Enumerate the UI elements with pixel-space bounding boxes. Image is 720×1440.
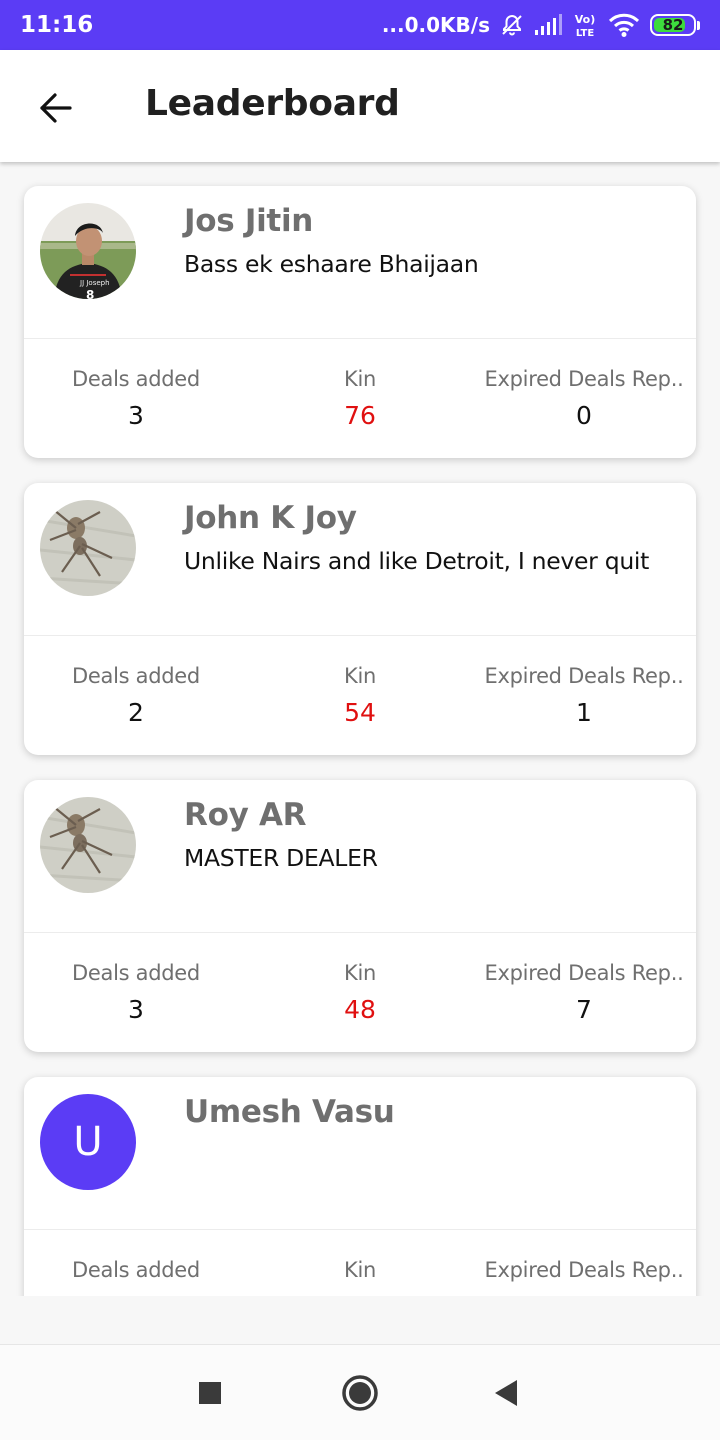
stat-deals-added: Deals added 3 xyxy=(24,339,248,458)
user-tagline: Bass ek eshaare Bhaijaan xyxy=(184,250,479,278)
stat-label: Deals added xyxy=(72,1258,200,1282)
card-header: U Umesh Vasu xyxy=(24,1077,696,1230)
stat-kin: Kin xyxy=(248,1230,472,1296)
user-name: John K Joy xyxy=(184,500,357,536)
card-header: Roy AR MASTER DEALER xyxy=(24,780,696,933)
status-time: 11:16 xyxy=(20,12,94,38)
stat-expired-deals: Expired Deals Rep.. 7 xyxy=(472,933,696,1052)
stat-value: 48 xyxy=(344,995,376,1024)
leaderboard-card[interactable]: U Umesh Vasu Deals added Kin Expired Dea… xyxy=(24,1077,696,1296)
back-button[interactable] xyxy=(28,80,84,136)
stats-row: Deals added 3 Kin 76 Expired Deals Rep..… xyxy=(24,339,696,458)
svg-text:8: 8 xyxy=(86,288,94,299)
user-name: Jos Jitin xyxy=(184,203,314,239)
wifi-icon xyxy=(608,12,640,38)
network-speed: ...0.0KB/s xyxy=(381,13,490,37)
leaderboard-card[interactable]: John K Joy Unlike Nairs and like Detroit… xyxy=(24,483,696,755)
home-button[interactable] xyxy=(336,1369,384,1417)
card-header: John K Joy Unlike Nairs and like Detroit… xyxy=(24,483,696,636)
stat-label: Expired Deals Rep.. xyxy=(484,961,684,985)
nav-back-button[interactable] xyxy=(482,1369,530,1417)
avatar[interactable]: U xyxy=(40,1094,136,1190)
status-bar: 11:16 ...0.0KB/s Vo) LTE 82 xyxy=(0,0,720,50)
recents-square-icon xyxy=(199,1382,221,1404)
user-tagline: Unlike Nairs and like Detroit, I never q… xyxy=(184,547,650,575)
stat-value: 3 xyxy=(128,401,144,430)
stats-row: Deals added 3 Kin 48 Expired Deals Rep..… xyxy=(24,933,696,1052)
battery-percent: 82 xyxy=(662,16,684,34)
dnd-off-icon xyxy=(500,13,524,37)
user-name: Umesh Vasu xyxy=(184,1094,395,1130)
svg-text:LTE: LTE xyxy=(576,28,595,39)
svg-text:JJ Joseph: JJ Joseph xyxy=(79,279,110,287)
stat-label: Kin xyxy=(343,961,376,985)
stat-label: Kin xyxy=(343,664,376,688)
home-circle-icon xyxy=(342,1375,378,1411)
stat-label: Expired Deals Rep.. xyxy=(484,664,684,688)
user-name: Roy AR xyxy=(184,797,307,833)
avatar[interactable] xyxy=(40,797,136,893)
svg-text:Vo): Vo) xyxy=(575,13,596,26)
battery-frame: 82 xyxy=(650,14,696,36)
stat-value: 2 xyxy=(128,698,144,727)
stat-deals-added: Deals added 3 xyxy=(24,933,248,1052)
stat-expired-deals: Expired Deals Rep.. 1 xyxy=(472,636,696,755)
stats-row: Deals added 2 Kin 54 Expired Deals Rep..… xyxy=(24,636,696,755)
stat-expired-deals: Expired Deals Rep.. xyxy=(472,1230,696,1296)
stat-value: 76 xyxy=(344,401,376,430)
stat-value: 3 xyxy=(128,995,144,1024)
stat-label: Kin xyxy=(343,367,376,391)
battery-tip xyxy=(697,20,700,30)
stat-label: Deals added xyxy=(72,664,200,688)
arrow-left-icon xyxy=(40,93,72,123)
stat-kin: Kin 54 xyxy=(248,636,472,755)
stat-deals-added: Deals added xyxy=(24,1230,248,1296)
stat-label: Expired Deals Rep.. xyxy=(484,1258,684,1282)
stat-value: 1 xyxy=(576,698,592,727)
stat-label: Expired Deals Rep.. xyxy=(484,367,684,391)
battery-icon: 82 xyxy=(650,14,700,36)
page-title: Leaderboard xyxy=(145,83,400,124)
volte-icon: Vo) LTE xyxy=(572,11,598,39)
app-bar: Leaderboard xyxy=(0,50,720,162)
recents-button[interactable] xyxy=(186,1369,234,1417)
stat-label: Kin xyxy=(343,1258,376,1282)
avatar[interactable]: JJ Joseph 8 xyxy=(40,203,136,299)
leaderboard-list[interactable]: JJ Joseph 8 Jos Jitin Bass ek eshaare Bh… xyxy=(0,162,720,1296)
stat-value: 7 xyxy=(576,995,592,1024)
stat-expired-deals: Expired Deals Rep.. 0 xyxy=(472,339,696,458)
stats-row: Deals added Kin Expired Deals Rep.. xyxy=(24,1230,696,1296)
avatar[interactable] xyxy=(40,500,136,596)
user-tagline: MASTER DEALER xyxy=(184,844,378,872)
stat-value: 54 xyxy=(344,698,376,727)
leaderboard-card[interactable]: JJ Joseph 8 Jos Jitin Bass ek eshaare Bh… xyxy=(24,186,696,458)
stat-kin: Kin 48 xyxy=(248,933,472,1052)
leaderboard-card[interactable]: Roy AR MASTER DEALER Deals added 3 Kin 4… xyxy=(24,780,696,1052)
status-icons: ...0.0KB/s Vo) LTE 82 xyxy=(382,11,700,39)
stat-value: 0 xyxy=(576,401,592,430)
stat-kin: Kin 76 xyxy=(248,339,472,458)
stat-label: Deals added xyxy=(72,367,200,391)
stat-deals-added: Deals added 2 xyxy=(24,636,248,755)
system-nav-bar xyxy=(0,1344,720,1440)
back-triangle-icon xyxy=(495,1380,517,1406)
stat-label: Deals added xyxy=(72,961,200,985)
signal-icon xyxy=(534,14,562,36)
card-header: JJ Joseph 8 Jos Jitin Bass ek eshaare Bh… xyxy=(24,186,696,339)
